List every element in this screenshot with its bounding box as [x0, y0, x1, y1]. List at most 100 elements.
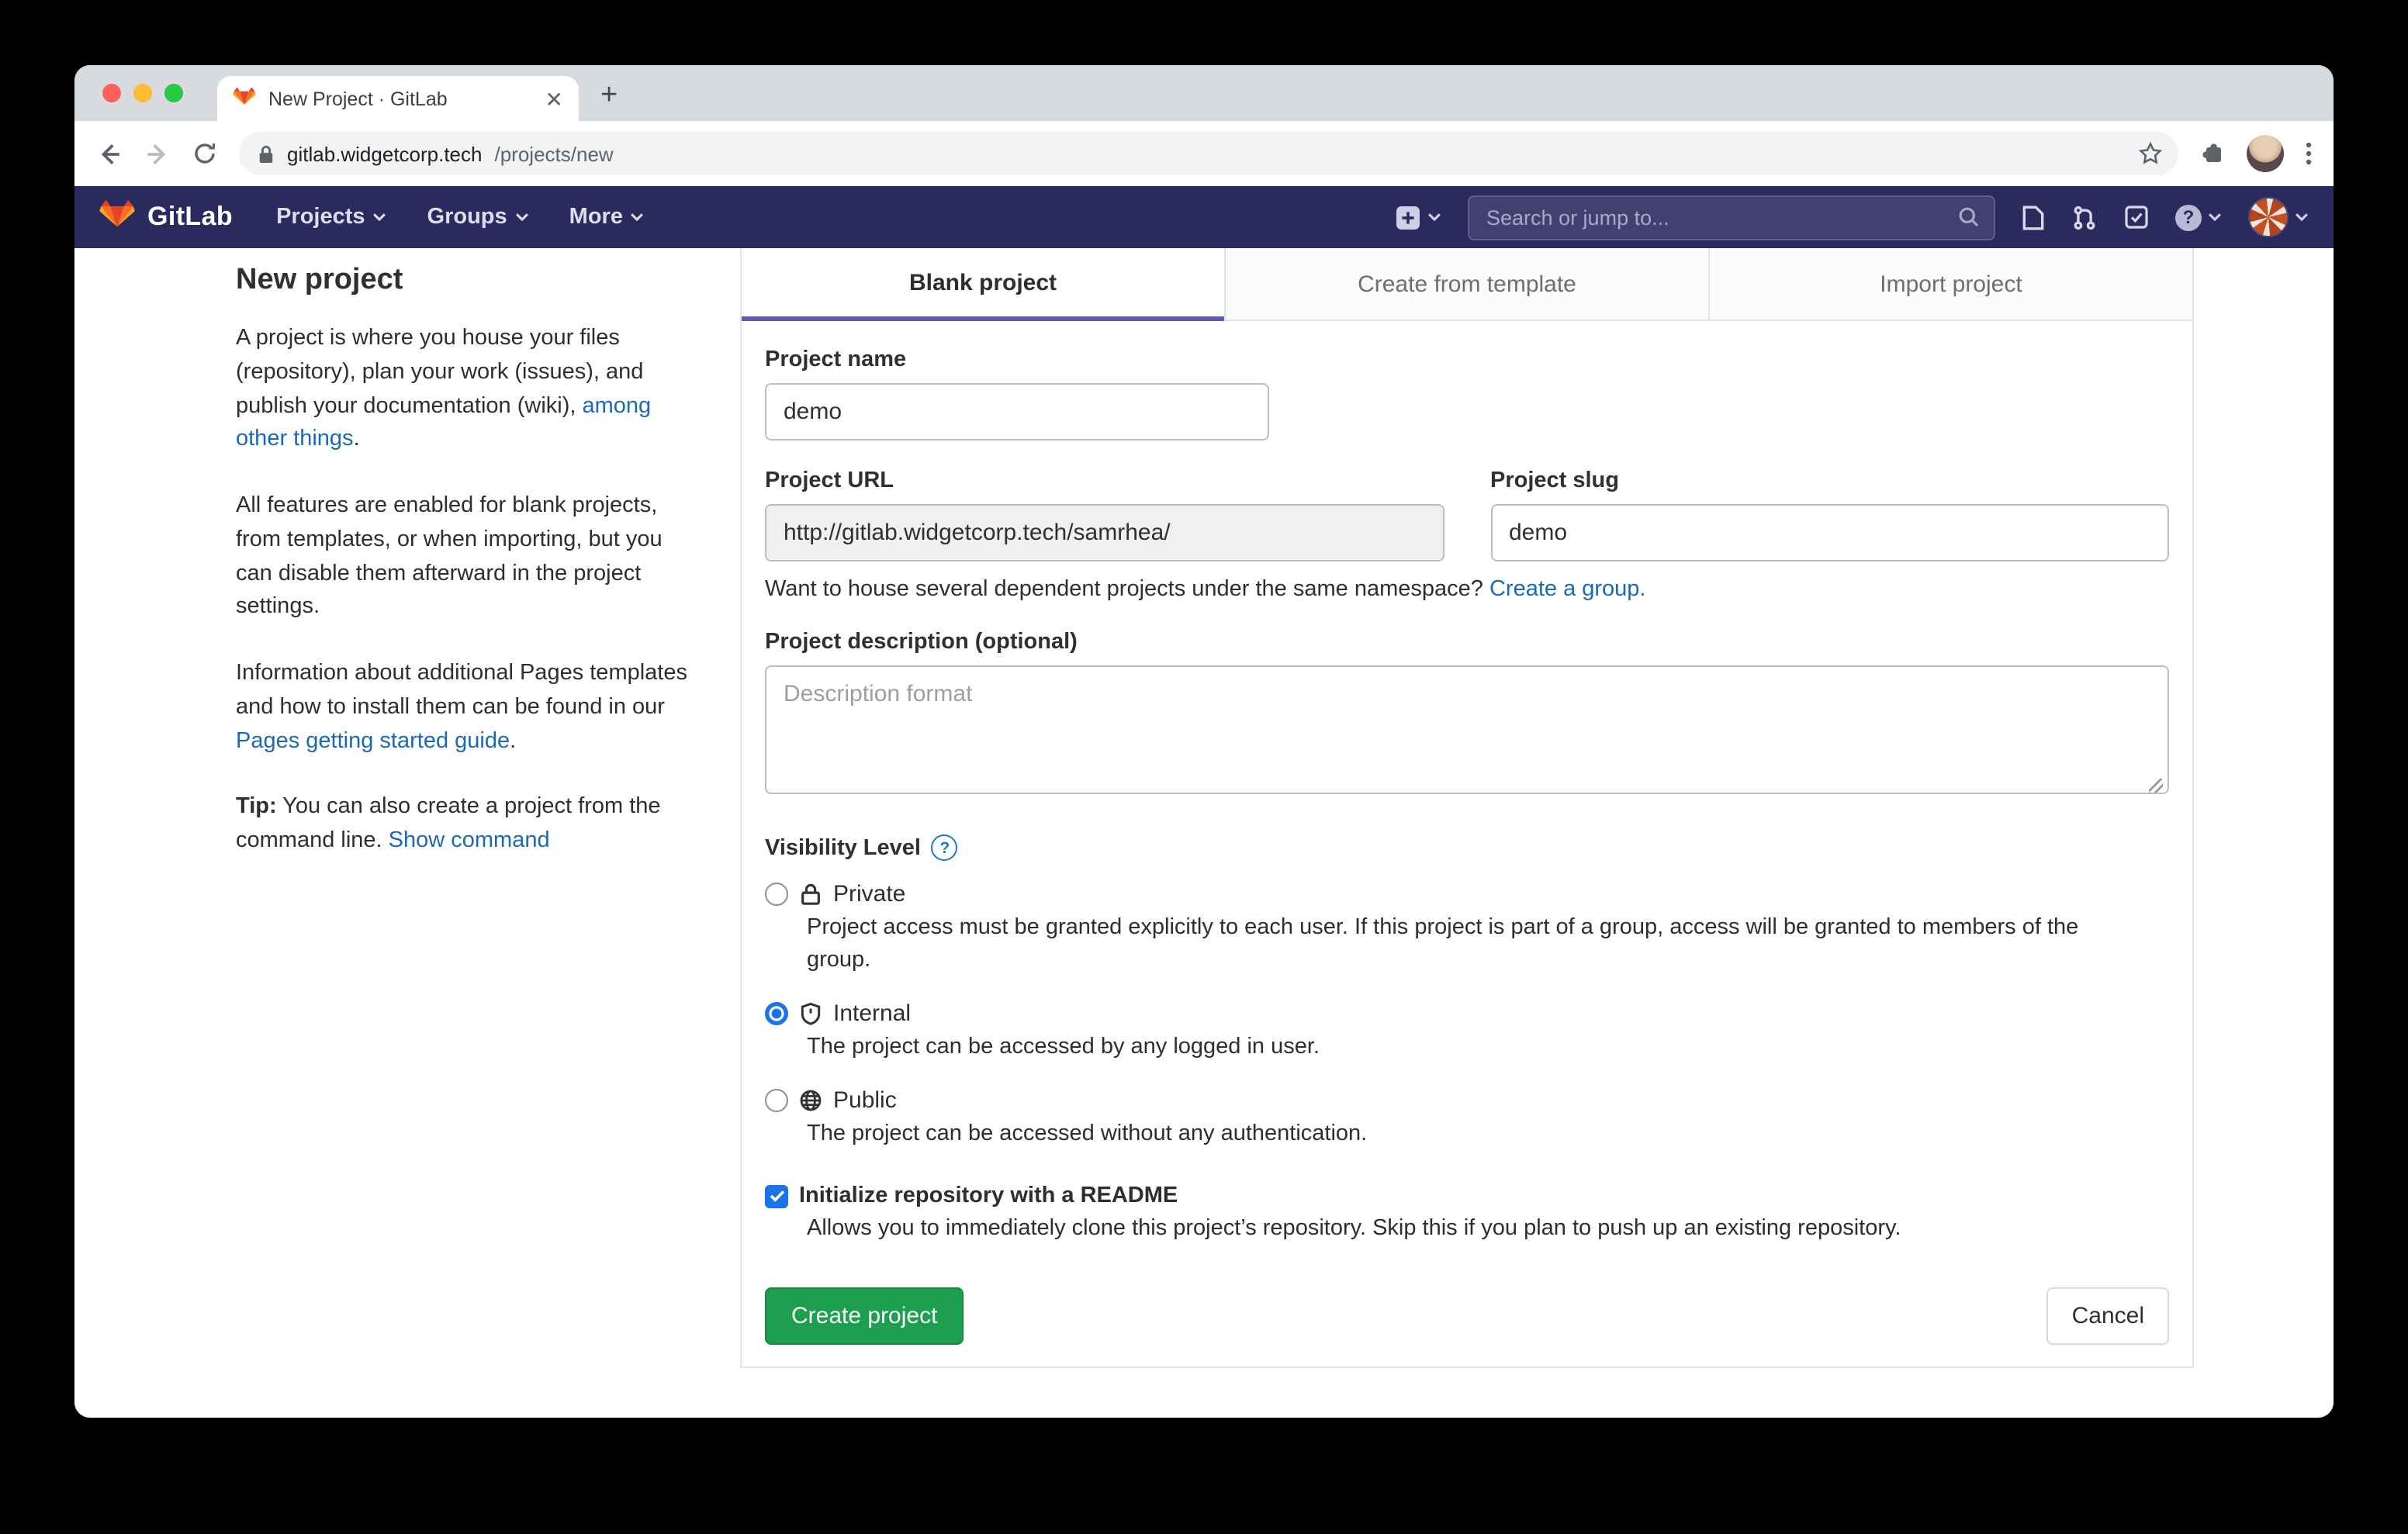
tab-blank-project[interactable]: Blank project [742, 248, 1224, 321]
address-bar[interactable]: gitlab.widgetcorp.tech/projects/new [239, 132, 2178, 175]
issues-icon[interactable] [2022, 204, 2045, 230]
cancel-button[interactable]: Cancel [2047, 1287, 2169, 1345]
sidebar-paragraph-1: A project is where you house your files … [236, 323, 689, 458]
sidebar-tip: Tip: You can also create a project from … [236, 792, 689, 859]
gitlab-navbar-right: ? [1395, 195, 2309, 240]
project-url-label: Project URL [765, 468, 1444, 493]
tab-create-from-template[interactable]: Create from template [1224, 248, 1708, 320]
minimize-window-button[interactable] [133, 84, 152, 102]
create-project-button[interactable]: Create project [765, 1287, 964, 1345]
browser-tab-strip: New Project · GitLab ✕ + [74, 65, 2334, 121]
page-title: New project [236, 264, 689, 298]
screenshot-stage: New Project · GitLab ✕ + gitlab.widgetco… [0, 0, 2408, 1534]
gitlab-brand[interactable]: GitLab [99, 200, 233, 234]
visibility-option-private: Private Project access must be granted e… [765, 881, 2169, 977]
visibility-level-label: Visibility Level [765, 835, 921, 860]
chevron-down-icon [1427, 212, 1441, 222]
internal-radio[interactable] [765, 1002, 788, 1025]
readme-option: Initialize repository with a README Allo… [765, 1183, 2169, 1246]
merge-request-icon[interactable] [2071, 204, 2098, 230]
search-icon [1958, 206, 1980, 228]
readme-description: Allows you to immediately clone this pro… [807, 1213, 2141, 1246]
new-project-panel: Blank project Create from template Impor… [740, 248, 2194, 1368]
globe-icon [799, 1089, 822, 1112]
new-menu[interactable] [1395, 204, 1441, 230]
public-label: Public [833, 1087, 897, 1114]
extensions-puzzle-icon[interactable] [2200, 141, 2225, 166]
private-label: Private [833, 881, 905, 907]
create-a-group-link[interactable]: Create a group. [1489, 577, 1646, 602]
nav-more[interactable]: More [569, 205, 645, 230]
project-description-textarea[interactable] [765, 665, 2169, 794]
url-slug-row: Project URL Project slug [765, 468, 2169, 561]
forward-icon[interactable] [144, 140, 171, 167]
tab-import-project[interactable]: Import project [1708, 248, 2192, 320]
url-path: /projects/new [495, 142, 614, 165]
pages-guide-link[interactable]: Pages getting started guide [236, 728, 510, 753]
private-description: Project access must be granted explicitl… [807, 912, 2141, 977]
new-tab-icon[interactable]: + [600, 81, 618, 110]
visibility-level-header: Visibility Level ? [765, 834, 2169, 861]
chevron-down-icon [631, 212, 645, 222]
global-search[interactable] [1468, 195, 1995, 240]
gitlab-favicon [233, 87, 256, 110]
browser-window: New Project · GitLab ✕ + gitlab.widgetco… [74, 65, 2334, 1418]
sidebar-paragraph-3: Information about additional Pages templ… [236, 658, 689, 759]
new-project-sidebar: New project A project is where you house… [236, 248, 689, 892]
url-host: gitlab.widgetcorp.tech [287, 142, 483, 165]
help-menu[interactable]: ? [2175, 204, 2222, 230]
namespace-helper: Want to house several dependent projects… [765, 577, 2169, 602]
user-avatar [2248, 197, 2289, 237]
gitlab-tanuki-logo [99, 200, 135, 234]
visibility-option-internal: Internal The project can be accessed by … [765, 1000, 2169, 1064]
kebab-menu-icon[interactable] [2306, 141, 2312, 166]
question-mark-icon[interactable]: ? [932, 834, 958, 861]
readme-checkbox[interactable] [765, 1184, 788, 1208]
bookmark-star-icon[interactable] [2138, 141, 2163, 166]
blank-project-form: Project name Project URL Project slug Wa… [742, 321, 2192, 1366]
public-description: The project can be accessed without any … [807, 1118, 2141, 1151]
todo-icon[interactable] [2124, 205, 2149, 230]
close-icon[interactable]: ✕ [545, 88, 563, 109]
check-icon [769, 1190, 784, 1202]
tip-label: Tip: [236, 795, 277, 820]
chevron-down-icon [2208, 212, 2222, 222]
project-type-tabs: Blank project Create from template Impor… [742, 248, 2192, 321]
project-slug-label: Project slug [1490, 468, 2169, 493]
user-menu[interactable] [2248, 197, 2309, 237]
public-radio[interactable] [765, 1089, 788, 1112]
zoom-window-button[interactable] [164, 84, 183, 102]
window-controls [102, 84, 183, 102]
gitlab-brand-name: GitLab [147, 202, 233, 233]
sidebar-paragraph-2: All features are enabled for blank proje… [236, 490, 689, 625]
description-textarea-wrap [765, 665, 2169, 802]
chevron-down-icon [2295, 212, 2309, 222]
private-radio[interactable] [765, 883, 788, 906]
nav-projects[interactable]: Projects [276, 205, 386, 230]
browser-toolbar: gitlab.widgetcorp.tech/projects/new [74, 121, 2334, 186]
tab-title: New Project · GitLab [268, 88, 545, 109]
readme-label: Initialize repository with a README [799, 1183, 1178, 1208]
gitlab-menu: Projects Groups More [276, 205, 645, 230]
close-window-button[interactable] [102, 84, 121, 102]
visibility-option-public: Public The project can be accessed witho… [765, 1087, 2169, 1151]
browser-profile-avatar[interactable] [2247, 135, 2284, 172]
reload-icon[interactable] [192, 141, 217, 166]
gitlab-navbar: GitLab Projects Groups More [74, 186, 2334, 248]
padlock-icon [258, 143, 275, 164]
project-name-input[interactable] [765, 383, 1269, 441]
search-input[interactable] [1483, 204, 1949, 230]
page-content: New project A project is where you house… [74, 248, 2334, 1418]
nav-groups[interactable]: Groups [427, 205, 529, 230]
chevron-down-icon [515, 212, 529, 222]
internal-label: Internal [833, 1000, 911, 1027]
project-url-input[interactable] [765, 504, 1444, 561]
browser-tab[interactable]: New Project · GitLab ✕ [217, 76, 579, 121]
shield-icon [799, 1002, 822, 1025]
internal-description: The project can be accessed by any logge… [807, 1031, 2141, 1064]
show-command-link[interactable]: Show command [389, 828, 550, 853]
back-icon[interactable] [96, 140, 123, 167]
help-icon: ? [2175, 204, 2202, 230]
project-slug-input[interactable] [1490, 504, 2169, 561]
plus-menu-icon [1395, 204, 1421, 230]
